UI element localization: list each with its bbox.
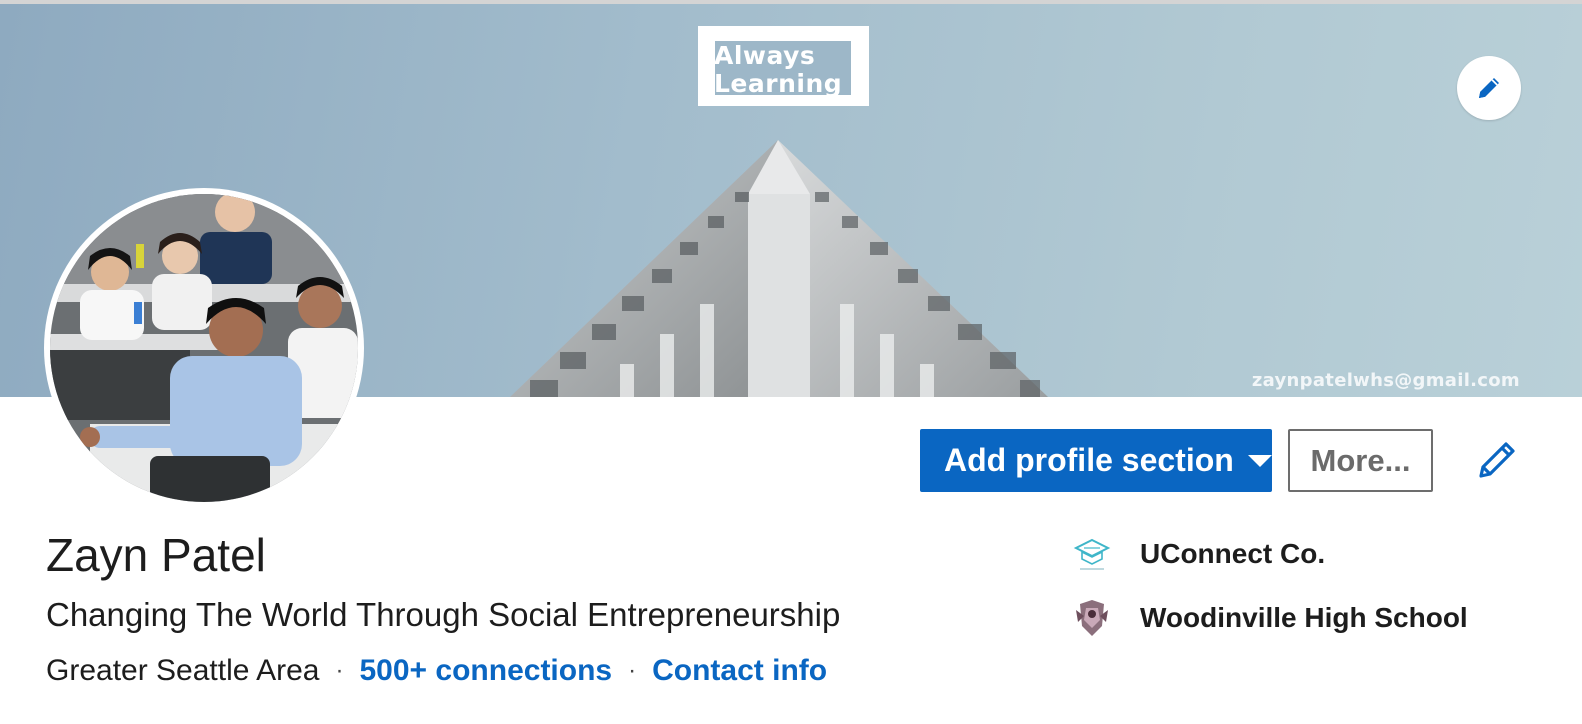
pencil-icon (1479, 78, 1499, 98)
caret-down-icon (1247, 454, 1272, 467)
separator-dot: · (628, 657, 637, 684)
separator-dot: · (335, 657, 344, 684)
profile-photo[interactable] (44, 188, 364, 508)
always-learning-logo: Always Learning (698, 26, 869, 106)
edit-intro-button[interactable] (1474, 437, 1520, 483)
logo-line-1: Always (714, 41, 816, 70)
edit-banner-button[interactable] (1457, 56, 1521, 120)
profile-meta-row: Greater Seattle Area · 500+ connections … (46, 654, 827, 688)
banner-email-text: zaynpatelwhs@gmail.com (1251, 370, 1520, 391)
profile-headline: Changing The World Through Social Entrep… (46, 596, 841, 633)
org-name: UConnect Co. (1140, 538, 1326, 569)
add-profile-section-label: Add profile section (944, 442, 1234, 478)
uconnect-logo-icon (1070, 532, 1114, 576)
add-profile-section-button[interactable]: Add profile section (920, 429, 1272, 492)
connections-link[interactable]: 500+ connections (360, 654, 613, 688)
org-item-uconnect[interactable]: UConnect Co. (1070, 532, 1325, 576)
pencil-icon (1479, 442, 1515, 478)
school-crest-logo-icon (1070, 596, 1114, 640)
org-item-woodinville[interactable]: Woodinville High School (1070, 596, 1468, 640)
org-name: Woodinville High School (1140, 602, 1468, 633)
contact-info-link[interactable]: Contact info (652, 654, 827, 688)
more-button[interactable]: More... (1288, 429, 1433, 492)
location-text: Greater Seattle Area (46, 654, 320, 687)
logo-line-2: Learning (714, 69, 843, 98)
profile-name: Zayn Patel (46, 529, 266, 581)
profile-photo-image (50, 194, 358, 502)
